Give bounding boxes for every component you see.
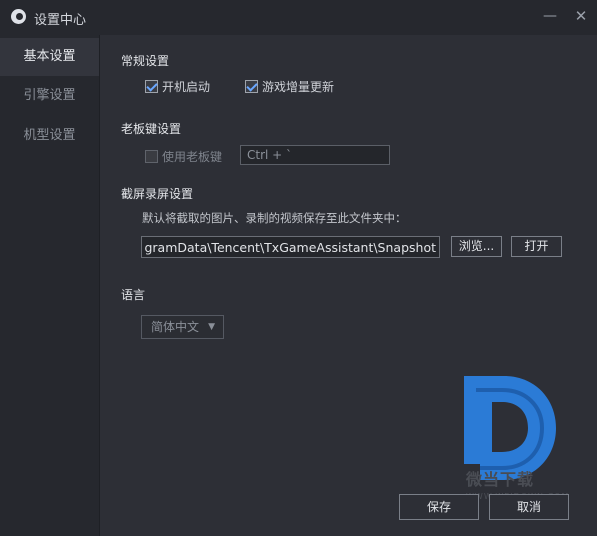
boss-key-heading: 老板键设置	[121, 122, 182, 136]
boss-key-hotkey-field[interactable]: Ctrl + `	[240, 145, 390, 165]
close-button[interactable]: ✕	[571, 6, 591, 26]
incremental-update-label: 游戏增量更新	[262, 80, 335, 94]
language-heading: 语言	[121, 288, 146, 302]
autostart-label: 开机启动	[162, 80, 211, 94]
screenshot-path-field[interactable]: gramData\Tencent\TxGameAssistant\Snapsho…	[141, 236, 440, 258]
language-select[interactable]: 简体中文 ▼	[141, 315, 224, 339]
language-selected-value: 简体中文	[151, 320, 200, 334]
watermark-text: 微当下载	[466, 470, 535, 489]
boss-key-option[interactable]: 使用老板键	[145, 148, 222, 165]
sidebar-item-basic-settings[interactable]: 基本设置	[0, 38, 99, 76]
screenshot-description: 默认将截取的图片、录制的视频保存至此文件夹中：	[142, 211, 407, 225]
screenshot-settings-heading: 截屏录屏设置	[121, 187, 194, 201]
incremental-update-option[interactable]: 游戏增量更新	[245, 78, 334, 95]
chevron-down-icon: ▼	[208, 322, 215, 332]
sidebar: 基本设置 引擎设置 机型设置	[0, 35, 100, 536]
open-folder-button[interactable]: 打开	[511, 236, 562, 257]
autostart-checkbox[interactable]	[145, 80, 158, 93]
minimize-button[interactable]: —	[540, 6, 560, 26]
sidebar-item-device-settings[interactable]: 机型设置	[0, 117, 99, 155]
sidebar-item-engine-settings[interactable]: 引擎设置	[0, 77, 99, 115]
title-bar: 设置中心 — ✕	[0, 0, 597, 35]
app-logo-icon	[11, 9, 26, 24]
autostart-option[interactable]: 开机启动	[145, 78, 210, 95]
general-settings-heading: 常规设置	[121, 54, 170, 68]
boss-key-label: 使用老板键	[162, 150, 223, 164]
boss-key-checkbox[interactable]	[145, 150, 158, 163]
browse-button[interactable]: 浏览...	[451, 236, 502, 257]
incremental-update-checkbox[interactable]	[245, 80, 258, 93]
cancel-button[interactable]: 取消	[489, 494, 569, 520]
save-button[interactable]: 保存	[399, 494, 479, 520]
window-title: 设置中心	[34, 13, 87, 28]
